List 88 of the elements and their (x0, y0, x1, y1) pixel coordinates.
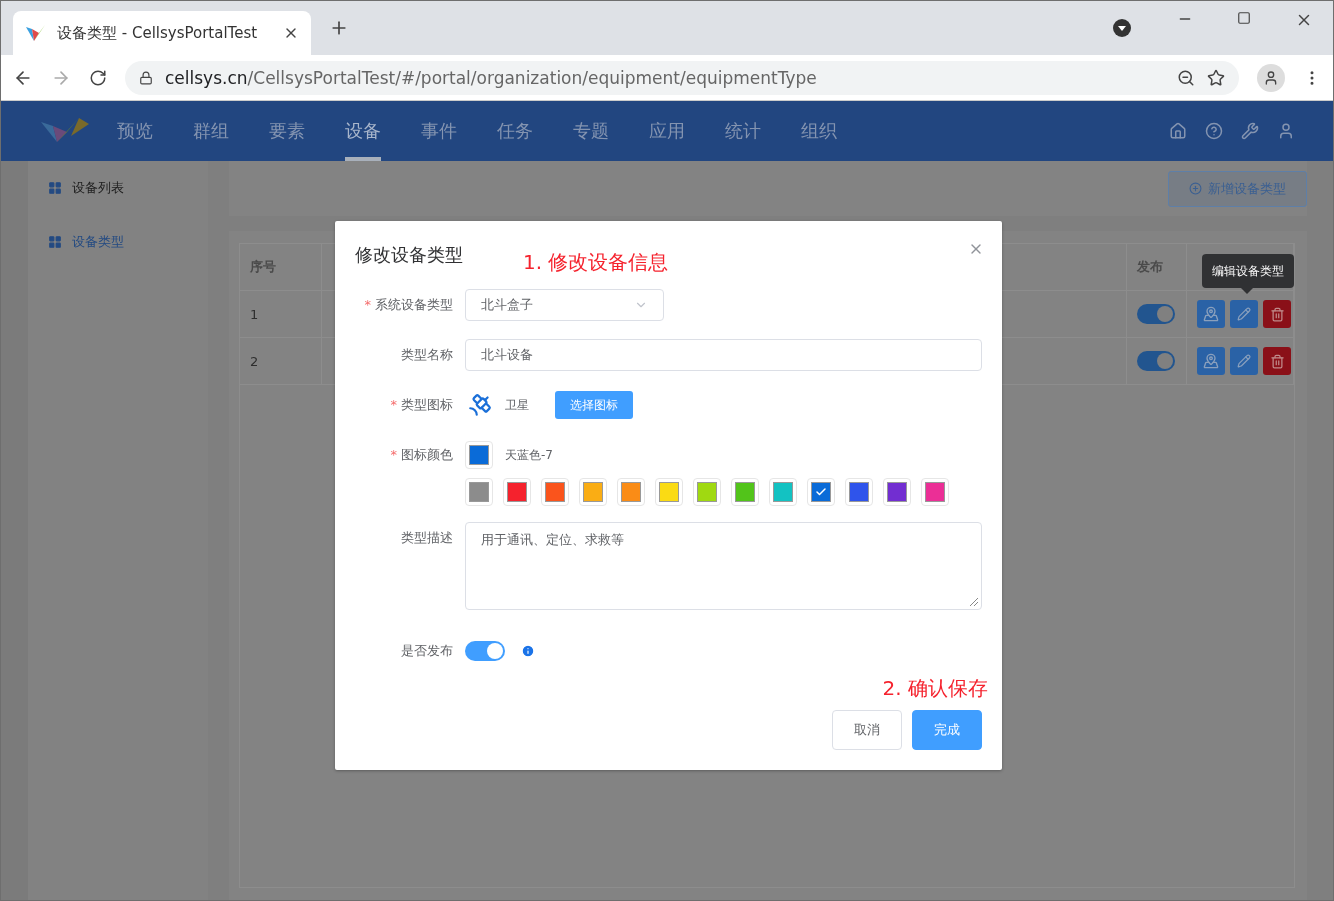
color-swatch[interactable] (693, 478, 721, 506)
lock-icon (139, 70, 153, 85)
pencil-icon (1237, 354, 1251, 368)
tools-icon[interactable] (1241, 122, 1259, 140)
nav-item[interactable]: 应用 (649, 101, 685, 161)
nav-item[interactable]: 任务 (497, 101, 533, 161)
nav-item[interactable]: 专题 (573, 101, 609, 161)
sidebar-item[interactable]: 设备列表 (48, 179, 208, 197)
map-button[interactable] (1197, 300, 1225, 328)
color-swatch[interactable] (579, 478, 607, 506)
url-text: cellsys.cn/CellsysPortalTest/#/portal/organization/equipment/equipmentType (165, 67, 818, 88)
annotation-text: 1. 修改设备信息 (523, 249, 669, 276)
field-label: 图标颜色 (401, 447, 453, 462)
map-pin-icon (1203, 353, 1219, 369)
reload-icon[interactable] (89, 68, 107, 87)
nav-item[interactable]: 预览 (117, 101, 153, 161)
publish-toggle[interactable] (1137, 351, 1175, 371)
cancel-button[interactable]: 取消 (832, 710, 902, 750)
resize-handle-icon[interactable] (969, 597, 979, 607)
nav-item[interactable]: 统计 (725, 101, 761, 161)
browser-tab[interactable]: 设备类型 - CellsysPortalTest (13, 11, 311, 55)
color-swatch[interactable] (655, 478, 683, 506)
nav-item[interactable]: 要素 (269, 101, 305, 161)
table-cell: 1 (240, 291, 322, 338)
dialog-title: 修改设备类型 (355, 243, 463, 267)
icon-name: 卫星 (505, 396, 529, 414)
choose-icon-button[interactable]: 选择图标 (555, 391, 633, 419)
add-button[interactable]: 新增设备类型 (1168, 170, 1307, 207)
maximize-icon[interactable] (1237, 11, 1251, 25)
zoom-out-icon[interactable] (1177, 68, 1195, 87)
color-swatch[interactable] (921, 478, 949, 506)
required-mark: * (364, 297, 371, 312)
color-swatch[interactable] (883, 478, 911, 506)
edit-button[interactable] (1230, 300, 1258, 328)
tooltip-arrow (1241, 288, 1253, 294)
home-icon[interactable] (1169, 122, 1187, 140)
pencil-icon (1237, 307, 1251, 321)
done-button[interactable]: 完成 (912, 710, 982, 750)
tab-title: 设备类型 - CellsysPortalTest (57, 23, 259, 43)
delete-button[interactable] (1263, 300, 1291, 328)
trash-icon (1269, 353, 1285, 369)
map-button[interactable] (1197, 347, 1225, 375)
column-header: 发布 (1127, 244, 1187, 291)
dropdown-icon[interactable] (1113, 19, 1131, 37)
color-swatch[interactable] (845, 478, 873, 506)
description-field[interactable]: 用于通讯、定位、求救等 (465, 522, 982, 610)
color-swatch[interactable] (503, 478, 531, 506)
map-pin-icon (1203, 306, 1219, 322)
nav-item[interactable]: 事件 (421, 101, 457, 161)
required-mark: * (390, 447, 397, 462)
color-swatch[interactable] (465, 478, 493, 506)
color-swatch[interactable] (617, 478, 645, 506)
edit-button[interactable] (1230, 347, 1258, 375)
help-icon[interactable] (1205, 122, 1223, 140)
annotation-text: 2. 确认保存 (882, 675, 988, 702)
publish-toggle[interactable] (1137, 304, 1175, 324)
current-color (465, 441, 493, 469)
type-select[interactable]: 北斗盒子 (465, 289, 664, 321)
satellite-icon (467, 392, 493, 418)
column-header: 序号 (240, 244, 322, 291)
color-swatch[interactable] (731, 478, 759, 506)
delete-button[interactable] (1263, 347, 1291, 375)
color-name: 天蓝色-7 (505, 446, 553, 464)
field-label: 类型名称 (400, 346, 454, 364)
field-label: 系统设备类型 (375, 297, 453, 312)
field-label: 类型图标 (401, 397, 453, 412)
color-swatch[interactable] (541, 478, 569, 506)
field-label: 是否发布 (400, 642, 454, 660)
star-icon[interactable] (1207, 68, 1225, 87)
field-label: 类型描述 (400, 529, 454, 547)
grid-icon (48, 235, 62, 249)
trash-icon (1269, 306, 1285, 322)
user-icon[interactable] (1277, 122, 1295, 140)
plus-circle-icon (1189, 182, 1202, 195)
info-icon[interactable] (521, 644, 535, 658)
name-input[interactable]: 北斗设备 (465, 339, 982, 371)
address-bar[interactable]: cellsys.cn/CellsysPortalTest/#/portal/organization/equipment/equipmentType (125, 60, 1239, 95)
profile-icon[interactable] (1257, 63, 1285, 92)
publish-switch[interactable] (465, 641, 505, 661)
color-swatch[interactable] (769, 478, 797, 506)
tooltip: 编辑设备类型 (1202, 254, 1294, 288)
required-mark: * (390, 397, 397, 412)
nav-item[interactable]: 组织 (801, 101, 837, 161)
table-cell: 2 (240, 338, 322, 385)
sidebar-item[interactable]: 设备类型 (48, 233, 208, 251)
nav-item[interactable]: 群组 (193, 101, 229, 161)
grid-icon (48, 181, 62, 195)
color-swatch[interactable] (807, 478, 835, 506)
